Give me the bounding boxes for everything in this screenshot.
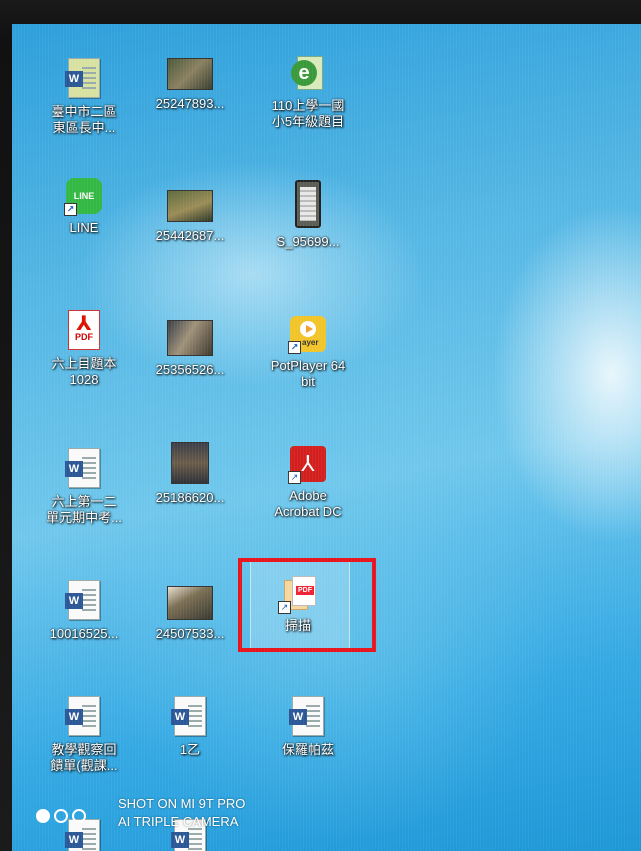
desktop-icon-doc1[interactable]: W 臺中市二區 東區長中... — [36, 58, 132, 136]
desktop-icon-img6[interactable]: 24507533... — [142, 586, 238, 642]
word-document-icon: W — [65, 580, 100, 620]
desktop-icon-app-e[interactable]: e 110上學一國 小5年級題目 — [260, 52, 356, 130]
word-document-icon: W — [65, 696, 100, 736]
icon-label: 110上學一國 小5年級題目 — [271, 98, 345, 129]
icon-label: 六上目題本 1028 — [51, 356, 117, 387]
icon-label: 10016525... — [49, 626, 119, 641]
icon-label: 六上第一二 單元期中考... — [46, 494, 122, 525]
icon-label: 臺中市二區 東區長中... — [51, 104, 117, 135]
icon-label: 25247893... — [155, 96, 225, 111]
icon-label: 25356526... — [155, 362, 225, 377]
desktop-icon-line[interactable]: LINE ↗ LINE — [36, 178, 132, 236]
icon-label: 教學觀察回 饋單(觀課... — [50, 742, 118, 773]
word-document-icon: W — [65, 448, 100, 488]
camera-dots-icon — [36, 809, 100, 825]
pdf-document-icon: PDF — [68, 310, 100, 350]
desktop-icon-pdf1[interactable]: PDF 六上目題本 1028 — [36, 310, 132, 388]
desktop: W 臺中市二區 東區長中... LINE ↗ LINE PDF 六上目題本 10… — [12, 24, 641, 851]
icon-label: 25442687... — [155, 228, 225, 243]
image-thumbnail-icon — [171, 442, 209, 484]
desktop-icon-img3[interactable]: S_95699... — [260, 180, 356, 250]
icon-label: Adobe Acrobat DC — [274, 488, 342, 519]
image-thumbnail-icon — [167, 586, 213, 620]
image-thumbnail-icon — [167, 190, 213, 222]
word-document-icon: W — [171, 696, 206, 736]
watermark-line2: AI TRIPLE CAMERA — [118, 814, 239, 829]
desktop-icon-potplayer[interactable]: ayer ↗ PotPlayer 64 bit — [260, 316, 356, 390]
desktop-icon-doc6[interactable]: W 保羅帕茲 — [260, 696, 356, 758]
potplayer-icon: ayer ↗ — [288, 316, 326, 354]
icon-label: 1乙 — [179, 742, 201, 757]
icon-label: 保羅帕茲 — [281, 742, 334, 757]
desktop-icon-doc3[interactable]: W 10016525... — [36, 580, 132, 642]
word-document-icon: W — [289, 696, 324, 736]
desktop-icon-doc2[interactable]: W 六上第一二 單元期中考... — [36, 448, 132, 526]
desktop-icon-img2[interactable]: 25442687... — [142, 190, 238, 244]
e-app-icon: e — [291, 52, 325, 92]
watermark-line1: SHOT ON MI 9T PRO — [118, 796, 246, 811]
image-thumbnail-icon — [167, 58, 213, 90]
shortcut-arrow-icon: ↗ — [64, 203, 77, 216]
icon-label: 25186620... — [155, 490, 225, 505]
icon-label: 24507533... — [155, 626, 225, 641]
word-document-icon: W — [65, 58, 100, 98]
desktop-icon-img5[interactable]: 25186620... — [142, 442, 238, 506]
phone-screenshot-icon — [295, 180, 321, 228]
desktop-icon-img1[interactable]: 25247893... — [142, 58, 238, 112]
icon-label: LINE — [69, 220, 99, 235]
icon-label: PotPlayer 64 bit — [270, 358, 346, 389]
desktop-icon-doc4[interactable]: W 教學觀察回 饋單(觀課... — [36, 696, 132, 774]
image-thumbnail-icon — [167, 320, 213, 356]
line-app-icon: LINE ↗ — [64, 178, 102, 216]
desktop-icon-doc5[interactable]: W 1乙 — [142, 696, 238, 758]
shortcut-arrow-icon: ↗ — [288, 471, 301, 484]
red-highlight-box — [238, 558, 376, 652]
shortcut-arrow-icon: ↗ — [288, 341, 301, 354]
icon-label: S_95699... — [276, 234, 340, 249]
adobe-acrobat-icon: ⅄ ↗ — [288, 446, 326, 484]
desktop-icon-img4[interactable]: 25356526... — [142, 320, 238, 378]
desktop-icon-acrobat[interactable]: ⅄ ↗ Adobe Acrobat DC — [260, 446, 356, 520]
